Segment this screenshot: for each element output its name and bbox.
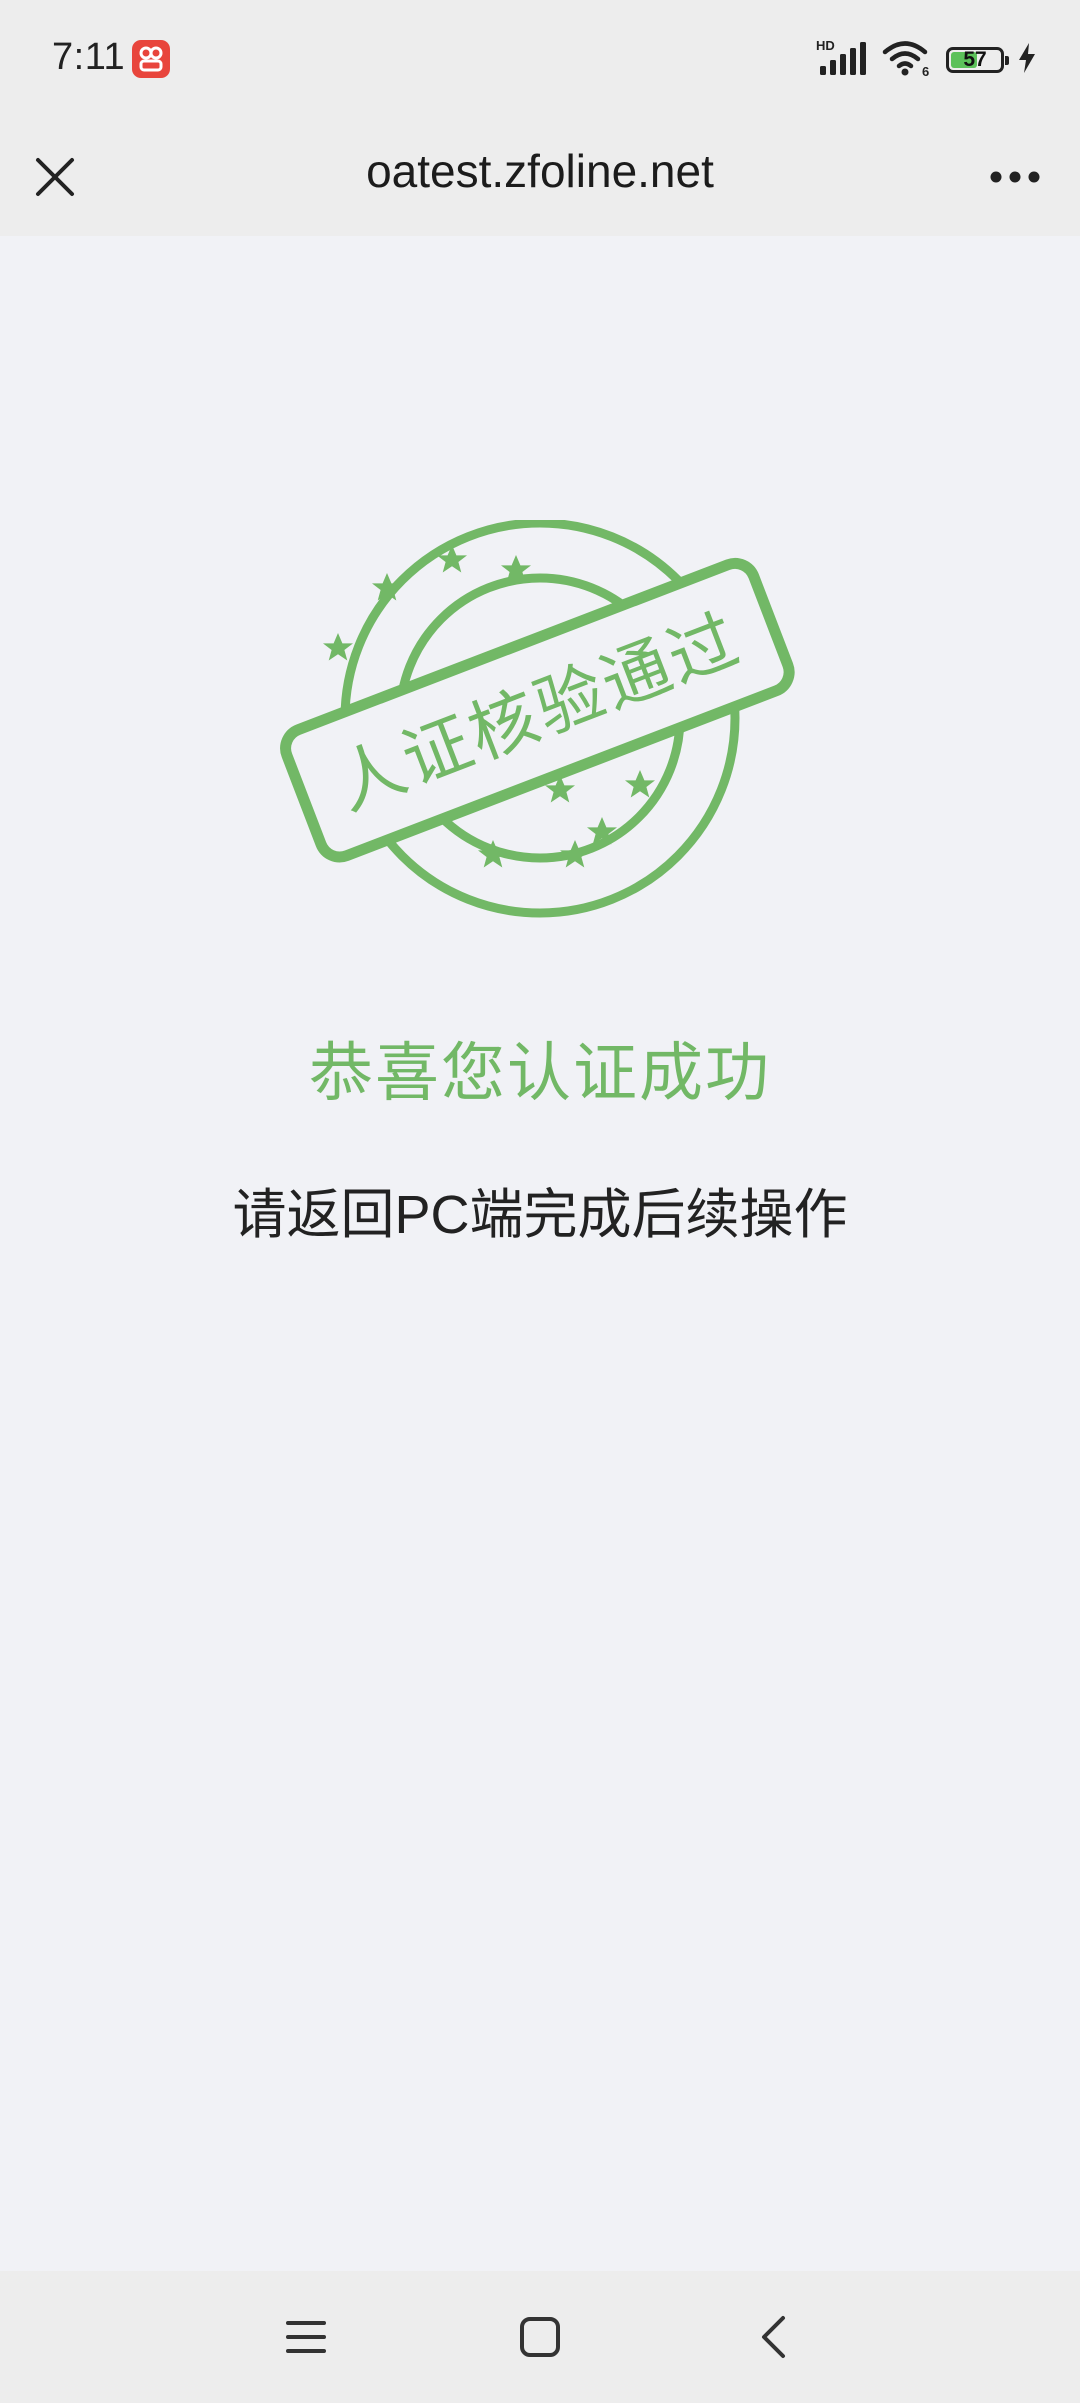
success-message: 请返回PC端完成后续操作 bbox=[232, 1185, 848, 1245]
title-bar: oatest.zfoline.net bbox=[0, 118, 1080, 236]
back-button[interactable] bbox=[734, 2297, 814, 2377]
home-icon bbox=[520, 2317, 560, 2357]
menu-button[interactable] bbox=[266, 2297, 346, 2377]
home-button[interactable] bbox=[500, 2297, 580, 2377]
svg-text:6: 6 bbox=[922, 64, 929, 78]
main-content: 人证核验通过 恭喜您认证成功 请返回PC端完成后续操作 bbox=[0, 236, 1080, 2271]
menu-icon bbox=[286, 2321, 326, 2353]
svg-text:HD: HD bbox=[816, 38, 835, 53]
verification-stamp-icon: 人证核验通过 bbox=[280, 520, 795, 918]
battery-level: 57 bbox=[963, 48, 987, 71]
success-title: 恭喜您认证成功 bbox=[309, 1037, 771, 1109]
signal-icon: HD bbox=[816, 38, 868, 83]
wifi-icon: 6 bbox=[882, 38, 932, 83]
status-icons: HD 6 57 bbox=[816, 38, 1036, 83]
status-bar: 7:11 HD 6 57 bbox=[0, 0, 1080, 118]
more-button[interactable] bbox=[970, 138, 1060, 216]
battery-nub bbox=[1005, 56, 1009, 65]
battery-icon: 57 bbox=[946, 47, 1009, 73]
navigation-bar bbox=[0, 2271, 1080, 2403]
status-time: 7:11 bbox=[52, 36, 126, 78]
charging-icon bbox=[1018, 42, 1036, 78]
back-icon bbox=[762, 2316, 785, 2358]
page-url: oatest.zfoline.net bbox=[366, 145, 714, 197]
more-icon bbox=[990, 171, 1040, 183]
app-badge-icon bbox=[132, 40, 170, 78]
